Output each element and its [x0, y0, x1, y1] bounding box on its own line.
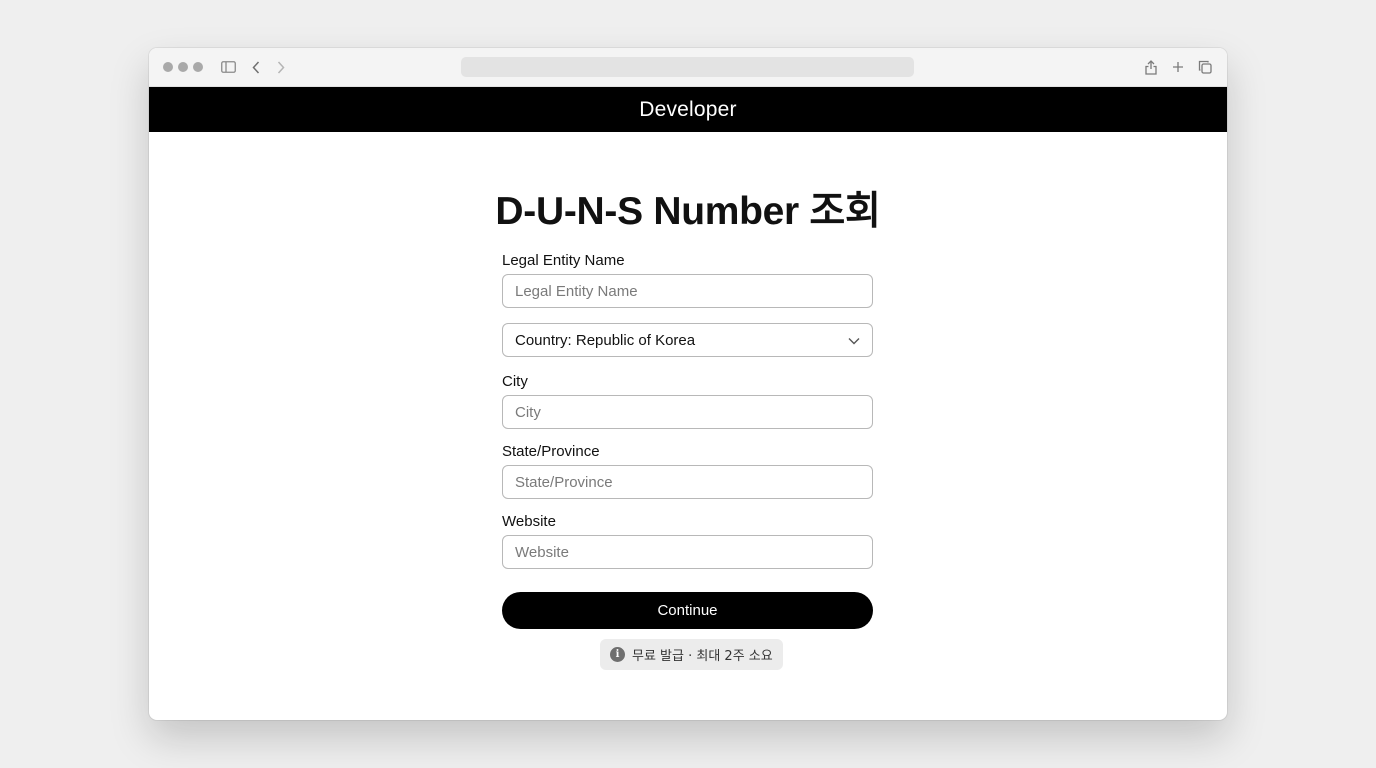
info-notice: i 무료 발급 · 최대 2주 소요 — [600, 639, 783, 670]
close-window-button[interactable] — [163, 62, 173, 72]
city-input[interactable] — [502, 395, 873, 429]
sidebar-icon[interactable] — [217, 56, 239, 78]
chevron-down-icon — [848, 332, 860, 349]
share-icon[interactable] — [1140, 56, 1162, 78]
main-content: D-U-N-S Number 조회 Legal Entity Name Coun… — [149, 132, 1227, 720]
minimize-window-button[interactable] — [178, 62, 188, 72]
site-title[interactable]: Developer — [639, 98, 737, 122]
city-label: City — [502, 373, 528, 390]
site-header: Developer — [149, 87, 1227, 132]
website-input[interactable] — [502, 535, 873, 569]
country-select-value: Country: Republic of Korea — [515, 331, 696, 349]
info-notice-text: 무료 발급 · 최대 2주 소요 — [632, 649, 773, 664]
duns-lookup-form: Legal Entity Name Country: Republic of K… — [502, 251, 873, 629]
country-select[interactable]: Country: Republic of Korea — [502, 323, 873, 357]
state-province-input[interactable] — [502, 465, 873, 499]
forward-icon[interactable] — [270, 56, 292, 78]
browser-window: Developer D-U-N-S Number 조회 Legal Entity… — [149, 48, 1227, 720]
address-bar[interactable] — [461, 57, 914, 77]
state-province-label: State/Province — [502, 443, 600, 460]
browser-toolbar — [149, 48, 1227, 87]
continue-button[interactable]: Continue — [502, 592, 873, 629]
new-tab-icon[interactable] — [1167, 56, 1189, 78]
back-icon[interactable] — [245, 56, 267, 78]
info-icon: i — [610, 647, 625, 662]
page-title: D-U-N-S Number 조회 — [495, 190, 881, 233]
legal-entity-name-label: Legal Entity Name — [502, 252, 625, 269]
tabs-overview-icon[interactable] — [1194, 56, 1216, 78]
window-controls — [163, 62, 203, 72]
website-label: Website — [502, 513, 556, 530]
zoom-window-button[interactable] — [193, 62, 203, 72]
legal-entity-name-input[interactable] — [502, 274, 873, 308]
